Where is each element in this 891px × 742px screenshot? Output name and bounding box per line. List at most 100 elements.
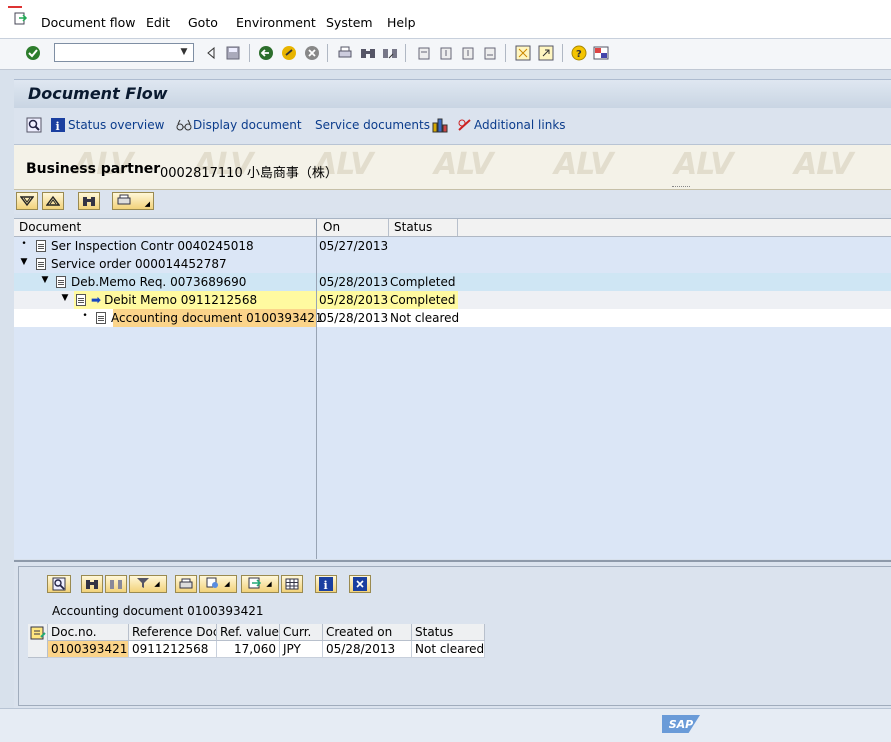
back-icon[interactable] (257, 44, 275, 62)
detail-panel: ◢ ◢ ◢ i Accounting document 0100393421 D… (14, 560, 891, 710)
leaf-bullet-icon: • (21, 239, 27, 249)
find-next-icon[interactable] (381, 44, 399, 62)
menu-environment[interactable]: Environment (236, 15, 316, 30)
document-icon (76, 294, 86, 306)
filter-icon (136, 577, 150, 592)
svg-text:i: i (324, 579, 328, 591)
tree-row[interactable]: ▼ Deb.Memo Req. 0073689690 05/28/2013 Co… (14, 273, 891, 291)
col-header-status[interactable]: Status (412, 624, 485, 641)
splitter-handle[interactable] (672, 186, 690, 189)
tree-header: Document On Status (14, 219, 891, 237)
column-divider[interactable] (457, 219, 458, 236)
tree-row-date: 05/28/2013 (319, 311, 389, 325)
help-icon[interactable]: ? (570, 44, 588, 62)
tree-row-date: 05/27/2013 (319, 239, 389, 253)
menu-help[interactable]: Help (387, 15, 416, 30)
close-icon[interactable] (349, 575, 371, 593)
expand-triangle-icon[interactable]: ▼ (40, 275, 50, 285)
tree-row-date: 05/28/2013 (319, 293, 389, 307)
col-header-status[interactable]: Status (394, 220, 432, 234)
menu-system[interactable]: System (326, 15, 373, 30)
save-icon[interactable] (224, 44, 242, 62)
tree-row-status: Completed (390, 293, 456, 307)
menu-goto[interactable]: Goto (188, 15, 218, 30)
col-header-created-on[interactable]: Created on (323, 624, 412, 641)
document-icon (96, 312, 106, 324)
expand-triangle-icon[interactable]: ▼ (60, 293, 70, 303)
col-header-document[interactable]: Document (19, 220, 81, 234)
status-overview-button[interactable]: i Status overview (51, 118, 164, 133)
column-divider[interactable] (388, 219, 389, 236)
tree-row[interactable]: ▼ Service order 000014452787 (14, 255, 891, 273)
tree-row[interactable]: • Accounting document 0100393421 05/28/2… (14, 309, 891, 327)
tree-toolbar: ◢ (14, 190, 891, 214)
print-icon[interactable] (336, 44, 354, 62)
layout-icon[interactable] (592, 44, 610, 62)
col-header-on[interactable]: On (323, 220, 340, 234)
last-page-icon[interactable] (481, 44, 499, 62)
col-header-currency[interactable]: Curr. (280, 624, 323, 641)
col-header-doc-no[interactable]: Doc.no. (48, 624, 129, 641)
expand-all-icon[interactable] (16, 192, 38, 210)
tree-row-document: Ser Inspection Contr 0040245018 (51, 239, 254, 253)
enter-icon[interactable] (24, 44, 42, 62)
cell-doc-no[interactable]: 0100393421 (48, 641, 129, 658)
display-document-button[interactable]: Display document (176, 118, 302, 132)
toolbar-divider (249, 44, 250, 62)
display-document-label: Display document (193, 118, 302, 132)
filter-dropdown-button[interactable]: ◢ (129, 575, 167, 593)
tree-row-document: Debit Memo 0911212568 (104, 293, 258, 307)
menu-icon[interactable] (14, 12, 28, 26)
cell-status[interactable]: Not cleared (412, 641, 485, 658)
new-session-icon[interactable] (514, 44, 532, 62)
toolbar-divider (327, 44, 328, 62)
find-icon[interactable] (81, 575, 103, 593)
col-header-ref-value[interactable]: Ref. value (217, 624, 280, 641)
find-icon[interactable] (78, 192, 100, 210)
print-dropdown-button[interactable]: ◢ (112, 192, 154, 210)
row-selector-column[interactable] (28, 624, 48, 658)
tree-row-document: Service order 000014452787 (51, 257, 227, 271)
export-icon (248, 577, 262, 592)
exit-icon[interactable] (280, 44, 298, 62)
menu-document-flow[interactable]: Document flow (41, 15, 135, 30)
cell-ref-value[interactable]: 17,060 (217, 641, 280, 658)
back-triangle-icon[interactable] (202, 44, 220, 62)
collapse-all-icon[interactable] (42, 192, 64, 210)
cell-created-on[interactable]: 05/28/2013 (323, 641, 412, 658)
column-splitter[interactable] (316, 219, 317, 559)
print-icon[interactable] (175, 575, 197, 593)
detail-title: Accounting document 0100393421 (52, 604, 264, 618)
find-next-icon[interactable] (105, 575, 127, 593)
additional-links-button[interactable]: Additional links (457, 118, 566, 132)
find-icon[interactable] (359, 44, 377, 62)
details-icon[interactable] (47, 575, 71, 593)
menu-edit[interactable]: Edit (146, 15, 170, 30)
print-icon (117, 194, 131, 209)
first-page-icon[interactable] (415, 44, 433, 62)
layout-grid-icon[interactable] (281, 575, 303, 593)
expand-triangle-icon[interactable]: ▼ (19, 257, 29, 267)
views-icon (206, 577, 220, 592)
dropdown-icon[interactable]: ▼ (177, 46, 191, 59)
service-documents-button[interactable]: Service documents (315, 118, 430, 132)
next-page-icon[interactable] (459, 44, 477, 62)
previous-page-icon[interactable] (437, 44, 455, 62)
chart-icon[interactable] (432, 117, 448, 133)
document-icon (56, 276, 66, 288)
menu-accent-line (8, 6, 22, 8)
tree-row[interactable]: • Ser Inspection Contr 0040245018 05/27/… (14, 237, 891, 255)
magnifier-icon[interactable] (26, 117, 42, 133)
tree-row-status: Not cleared (390, 311, 460, 325)
shortcut-icon[interactable] (537, 44, 555, 62)
views-dropdown-button[interactable]: ◢ (199, 575, 237, 593)
command-field[interactable]: ▼ (54, 43, 194, 62)
info-icon[interactable]: i (315, 575, 337, 593)
cell-currency[interactable]: JPY (280, 641, 323, 658)
tree-row[interactable]: ▼ ➡ Debit Memo 0911212568 05/28/2013 Comp… (14, 291, 891, 309)
col-header-reference-doc[interactable]: Reference Doc (129, 624, 217, 641)
export-dropdown-button[interactable]: ◢ (241, 575, 279, 593)
leaf-bullet-icon: • (82, 311, 88, 321)
cancel-icon[interactable] (303, 44, 321, 62)
cell-reference-doc[interactable]: 0911212568 (129, 641, 217, 658)
